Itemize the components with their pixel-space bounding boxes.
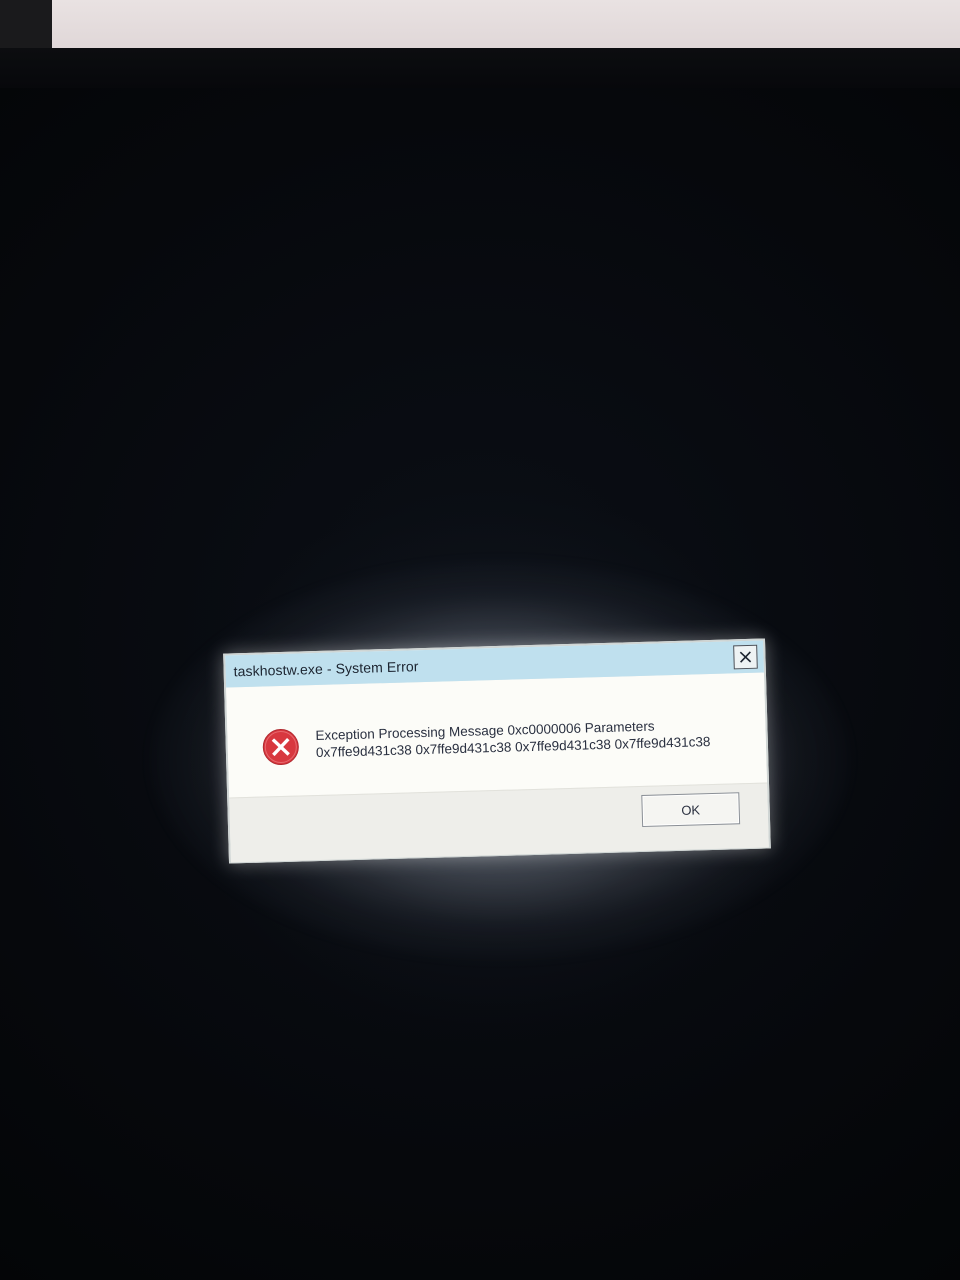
error-icon xyxy=(262,729,299,766)
photo-scene: taskhostw.exe - System Error Exception P… xyxy=(0,0,960,1280)
error-message: Exception Processing Message 0xc0000006 … xyxy=(315,715,756,761)
ok-button[interactable]: OK xyxy=(641,792,741,827)
dialog-title: taskhostw.exe - System Error xyxy=(233,658,419,680)
dialog-content: Exception Processing Message 0xc0000006 … xyxy=(226,672,767,798)
monitor-bezel xyxy=(0,48,960,88)
dialog-footer: OK xyxy=(229,782,769,863)
close-icon xyxy=(739,651,752,663)
close-button[interactable] xyxy=(733,644,758,670)
system-error-dialog: taskhostw.exe - System Error Exception P… xyxy=(223,638,771,864)
